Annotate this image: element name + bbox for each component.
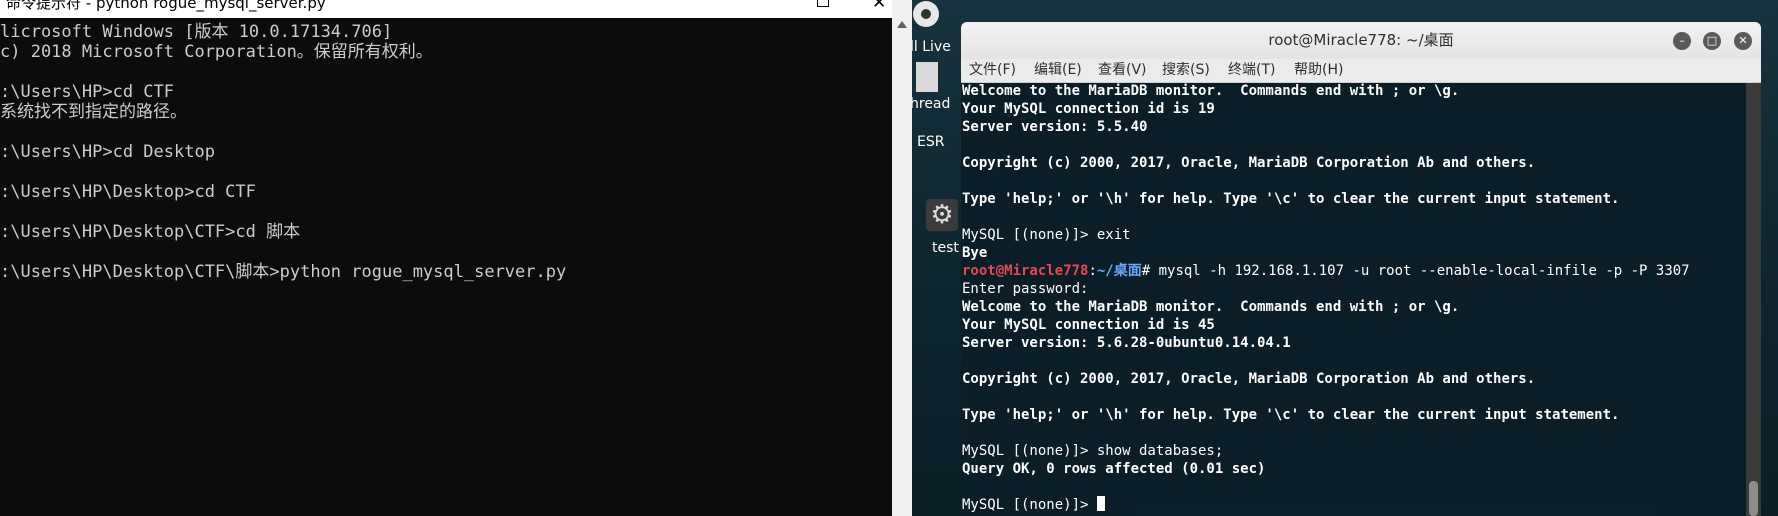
terminal-window[interactable]: root@Miracle778: ~/桌面 – □ ✕ 文件(F) 编辑(E) …	[961, 22, 1761, 516]
cmd-line: :\Users\HP>cd CTF	[0, 82, 174, 102]
menu-terminal[interactable]: 终端(T)	[1228, 59, 1275, 82]
terminal-line: Type 'help;' or '\h' for help. Type '\c'…	[962, 407, 1620, 423]
menu-file[interactable]: 文件(F)	[969, 59, 1016, 82]
cmd-line: :\Users\HP\Desktop>cd CTF	[0, 182, 256, 202]
terminal-output[interactable]: Welcome to the MariaDB monitor. Commands…	[961, 83, 1746, 516]
prompt-separator: :	[1088, 263, 1097, 279]
terminal-line: Your MySQL connection id is 19	[962, 101, 1215, 117]
cmd-window[interactable]: 命令提示符 - python rogue_mysql_server.py ✕ l…	[0, 0, 892, 516]
terminal-line: Welcome to the MariaDB monitor. Commands…	[962, 299, 1460, 315]
cmd-line: c) 2018 Microsoft Corporation。保留所有权利。	[0, 42, 433, 62]
desktop-icon-label[interactable]: ll Live	[912, 39, 951, 55]
cmd-line	[0, 162, 892, 182]
terminal-line: Query OK, 0 rows affected (0.01 sec)	[962, 461, 1266, 477]
disc-icon[interactable]	[913, 1, 939, 27]
cmd-line	[0, 242, 892, 262]
terminal-line: MySQL [(none)]> exit	[962, 227, 1131, 243]
desktop-icon-label[interactable]: test	[932, 240, 959, 256]
cmd-title-bar[interactable]: 命令提示符 - python rogue_mysql_server.py ✕	[0, 0, 892, 18]
menu-view[interactable]: 查看(V)	[1098, 59, 1147, 82]
file-icon[interactable]	[916, 62, 938, 92]
scroll-up-arrow-icon[interactable]	[897, 21, 907, 28]
mysql-prompt: MySQL [(none)]>	[962, 497, 1097, 513]
menu-search[interactable]: 搜索(S)	[1162, 59, 1210, 82]
cmd-scrollbar[interactable]	[892, 0, 912, 516]
cmd-line: 系统找不到指定的路径。	[0, 102, 187, 122]
menu-help[interactable]: 帮助(H)	[1294, 59, 1343, 82]
terminal-line: Enter password:	[962, 281, 1097, 297]
cmd-line: :\Users\HP>cd Desktop	[0, 142, 215, 162]
desktop-icon-label[interactable]: ESR	[917, 134, 944, 150]
cmd-line: :\Users\HP\Desktop\CTF\脚本>python rogue_m…	[0, 262, 567, 282]
cmd-line	[0, 122, 892, 142]
menu-edit[interactable]: 编辑(E)	[1034, 59, 1082, 82]
close-icon[interactable]: ✕	[872, 0, 886, 12]
shell-prompt-line: root@Miracle778:~/桌面# mysql -h 192.168.1…	[962, 262, 1690, 280]
maximize-button[interactable]: □	[1703, 32, 1721, 50]
terminal-line: MySQL [(none)]> show databases;	[962, 443, 1224, 459]
terminal-line: Welcome to the MariaDB monitor. Commands…	[962, 83, 1460, 99]
cmd-output[interactable]: licrosoft Windows [版本 10.0.17134.706] c)…	[0, 22, 892, 282]
cmd-line	[0, 202, 892, 222]
cmd-line	[0, 62, 892, 82]
scrollbar-thumb[interactable]	[1749, 481, 1758, 516]
terminal-line: Type 'help;' or '\h' for help. Type '\c'…	[962, 191, 1620, 207]
prompt-command: # mysql -h 192.168.1.107 -u root --enabl…	[1141, 263, 1690, 279]
cmd-line: licrosoft Windows [版本 10.0.17134.706]	[0, 22, 393, 42]
terminal-title: root@Miracle778: ~/桌面	[1268, 31, 1454, 49]
desktop-icon-label[interactable]: hread	[912, 96, 950, 112]
text-cursor	[1096, 496, 1105, 511]
maximize-icon[interactable]	[817, 0, 829, 7]
terminal-line: Server version: 5.6.28-0ubuntu0.14.04.1	[962, 335, 1291, 351]
terminal-line: Your MySQL connection id is 45	[962, 317, 1215, 333]
terminal-line: Server version: 5.5.40	[962, 119, 1148, 135]
terminal-title-bar[interactable]: root@Miracle778: ~/桌面 – □ ✕	[961, 22, 1761, 59]
terminal-menubar: 文件(F) 编辑(E) 查看(V) 搜索(S) 终端(T) 帮助(H)	[961, 59, 1761, 83]
terminal-scrollbar[interactable]	[1746, 83, 1761, 516]
cmd-line: :\Users\HP\Desktop\CTF>cd 脚本	[0, 222, 301, 242]
gear-icon[interactable]: ⚙	[926, 199, 958, 231]
close-button[interactable]: ✕	[1734, 32, 1752, 50]
terminal-line: Copyright (c) 2000, 2017, Oracle, MariaD…	[962, 371, 1536, 387]
terminal-line: Copyright (c) 2000, 2017, Oracle, MariaD…	[962, 155, 1536, 171]
cmd-title: 命令提示符 - python rogue_mysql_server.py	[6, 0, 326, 12]
terminal-line: Bye	[962, 245, 988, 261]
prompt-user: root@Miracle778	[962, 263, 1089, 279]
prompt-directory: ~/桌面	[1096, 263, 1142, 279]
minimize-button[interactable]: –	[1673, 32, 1691, 50]
mysql-input-line[interactable]: MySQL [(none)]>	[962, 496, 1690, 514]
